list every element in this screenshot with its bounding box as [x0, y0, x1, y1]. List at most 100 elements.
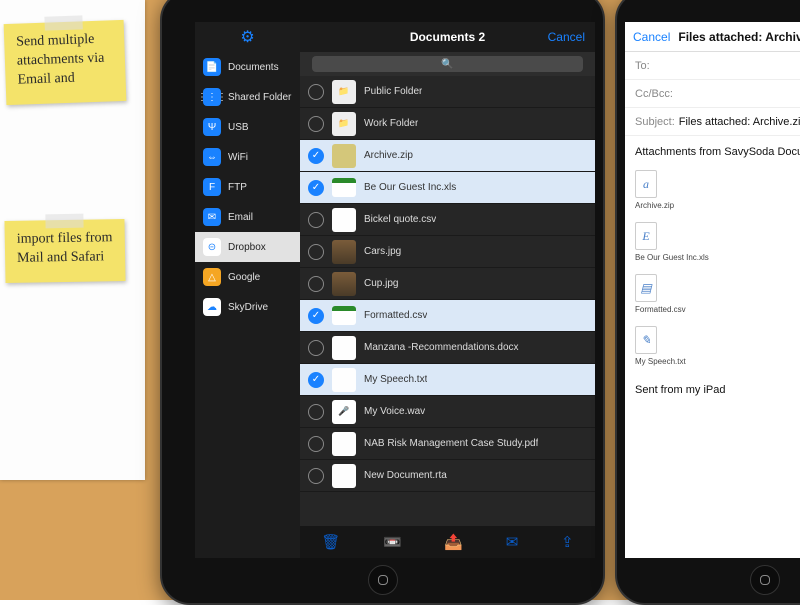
file-row[interactable]: 🎤My Voice.wav [300, 396, 595, 428]
signature: Sent from my iPad [635, 384, 800, 396]
bottom-toolbar: 🗑 📼 📤 ✉ ⇪ [300, 526, 595, 558]
file-row[interactable]: Manzana -Recommendations.docx [300, 332, 595, 364]
select-radio[interactable] [308, 372, 324, 388]
sidebar-item-documents[interactable]: 📄 Documents [195, 52, 300, 82]
attachment-item[interactable]: EBe Our Guest Inc.xls [635, 222, 800, 262]
file-row[interactable]: New Document.rta [300, 460, 595, 492]
search-input[interactable]: 🔍 [312, 56, 583, 72]
attachment-name: My Speech.txt [635, 357, 686, 366]
select-radio[interactable] [308, 404, 324, 420]
file-thumbnail: 📁 [332, 112, 356, 136]
mail-title: Files attached: Archive.zip Be Our Gues [678, 30, 800, 44]
home-button[interactable] [368, 565, 398, 595]
ipad-device-left: ⚙ 📄 Documents ⋮⋮⋮Shared FolderΨUSB⇔WiFiFFT… [160, 0, 605, 605]
file-thumbnail [332, 178, 356, 197]
to-field[interactable]: To: [625, 52, 800, 80]
mail-header: Cancel Files attached: Archive.zip Be Ou… [625, 22, 800, 52]
attachment-name: Archive.zip [635, 201, 674, 210]
toolbar-button-3[interactable]: ✉ [506, 533, 519, 551]
mail-cancel-button[interactable]: Cancel [633, 30, 670, 44]
select-radio[interactable] [308, 276, 324, 292]
select-radio[interactable] [308, 180, 324, 196]
file-thumbnail [332, 144, 356, 168]
select-radio[interactable] [308, 116, 324, 132]
cc-field[interactable]: Cc/Bcc: [625, 80, 800, 108]
file-thumbnail [332, 272, 356, 296]
sidebar-item-label: WiFi [228, 152, 248, 163]
attachment-icon: a [635, 170, 657, 198]
file-row[interactable]: Formatted.csv [300, 300, 595, 332]
dropbox-icon: ⊝ [203, 238, 221, 256]
ipad-left-screen: ⚙ 📄 Documents ⋮⋮⋮Shared FolderΨUSB⇔WiFiFFT… [195, 22, 595, 558]
select-radio[interactable] [308, 84, 324, 100]
sticky-note-1: Send multiple attachments via Email and [4, 20, 127, 105]
gear-icon[interactable]: ⚙ [240, 27, 254, 47]
main-pane: Documents 2 Cancel 🔍 📁 Public Folder 📁Work… [300, 22, 595, 558]
sidebar-item-label: Documents [228, 62, 279, 73]
sidebar-item-label: FTP [228, 182, 247, 193]
sidebar-item-usb[interactable]: ΨUSB [195, 112, 300, 142]
select-radio[interactable] [308, 468, 324, 484]
skydrive-icon: ☁ [203, 298, 221, 316]
file-name: Archive.zip [364, 150, 413, 161]
sidebar-item-label: Google [228, 272, 260, 283]
subject-field[interactable]: Subject: Files attached: Archive.zip Be … [625, 108, 800, 136]
select-radio[interactable] [308, 436, 324, 452]
file-thumbnail [332, 368, 356, 392]
sidebar-header: ⚙ [195, 22, 300, 52]
file-thumbnail [332, 240, 356, 264]
file-row[interactable]: Bickel quote.csv [300, 204, 595, 236]
documents-icon: 📄 [203, 58, 221, 76]
google-icon: △ [203, 268, 221, 286]
file-list: 📁 Public Folder 📁Work Folder Archive.zip Be … [300, 76, 595, 526]
titlebar: Documents 2 Cancel [300, 22, 595, 52]
page-title: Documents 2 [410, 30, 485, 44]
attachment-name: Be Our Guest Inc.xls [635, 253, 709, 262]
file-name: Formatted.csv [364, 310, 427, 321]
sidebar-item-ftp[interactable]: FFTP [195, 172, 300, 202]
file-row[interactable]: 📁Work Folder [300, 108, 595, 140]
mail-body[interactable]: Attachments from SavySoda Documents for … [625, 136, 800, 406]
attachment-item[interactable]: ▤Formatted.csv [635, 274, 800, 314]
sidebar-item-email[interactable]: ✉Email [195, 202, 300, 232]
select-radio[interactable] [308, 340, 324, 356]
mail-compose: Cancel Files attached: Archive.zip Be Ou… [625, 22, 800, 558]
toolbar-button-2[interactable]: 📤 [444, 533, 463, 551]
documents-app: ⚙ 📄 Documents ⋮⋮⋮Shared FolderΨUSB⇔WiFiFFT… [195, 22, 595, 558]
sidebar-item-wifi[interactable]: ⇔WiFi [195, 142, 300, 172]
sidebar-item-shared-folder[interactable]: ⋮⋮⋮Shared Folder [195, 82, 300, 112]
cancel-button[interactable]: Cancel [548, 30, 585, 44]
attachment-item[interactable]: ✎My Speech.txt [635, 326, 800, 366]
file-row[interactable]: Cup.jpg [300, 268, 595, 300]
toolbar-button-4[interactable]: ⇪ [561, 533, 574, 551]
file-row[interactable]: My Speech.txt [300, 364, 595, 396]
attachment-item[interactable]: a Archive.zip [635, 170, 800, 210]
sticky-note-2: import files from Mail and Safari [4, 219, 125, 283]
file-row[interactable]: Archive.zip [300, 140, 595, 172]
sidebar-item-google[interactable]: △ Google [195, 262, 300, 292]
sidebar: ⚙ 📄 Documents ⋮⋮⋮Shared FolderΨUSB⇔WiFiFFT… [195, 22, 300, 558]
select-radio[interactable] [308, 244, 324, 260]
file-name: Manzana -Recommendations.docx [364, 342, 519, 353]
file-thumbnail: 📁 [332, 80, 356, 104]
sidebar-item-dropbox[interactable]: ⊝Dropbox [195, 232, 300, 262]
file-row[interactable]: 📁 Public Folder [300, 76, 595, 108]
search-bar: 🔍 [300, 52, 595, 76]
sidebar-item-label: Email [228, 212, 253, 223]
file-row[interactable]: NAB Risk Management Case Study.pdf [300, 428, 595, 460]
ipad-device-right: Cancel Files attached: Archive.zip Be Ou… [615, 0, 800, 605]
usb-icon: Ψ [203, 118, 221, 136]
select-radio[interactable] [308, 308, 324, 324]
home-button[interactable] [750, 565, 780, 595]
select-radio[interactable] [308, 212, 324, 228]
toolbar-button-0[interactable]: 🗑 [321, 533, 340, 551]
file-row[interactable]: Cars.jpg [300, 236, 595, 268]
file-row[interactable]: Be Our Guest Inc.xls [300, 172, 595, 204]
file-name: Public Folder [364, 86, 422, 97]
sidebar-item-skydrive[interactable]: ☁SkyDrive [195, 292, 300, 322]
toolbar-button-1[interactable]: 📼 [383, 533, 402, 551]
select-radio[interactable] [308, 148, 324, 164]
search-icon: 🔍 [441, 59, 453, 70]
ipad-right-screen: Cancel Files attached: Archive.zip Be Ou… [625, 22, 800, 558]
file-name: NAB Risk Management Case Study.pdf [364, 438, 538, 449]
